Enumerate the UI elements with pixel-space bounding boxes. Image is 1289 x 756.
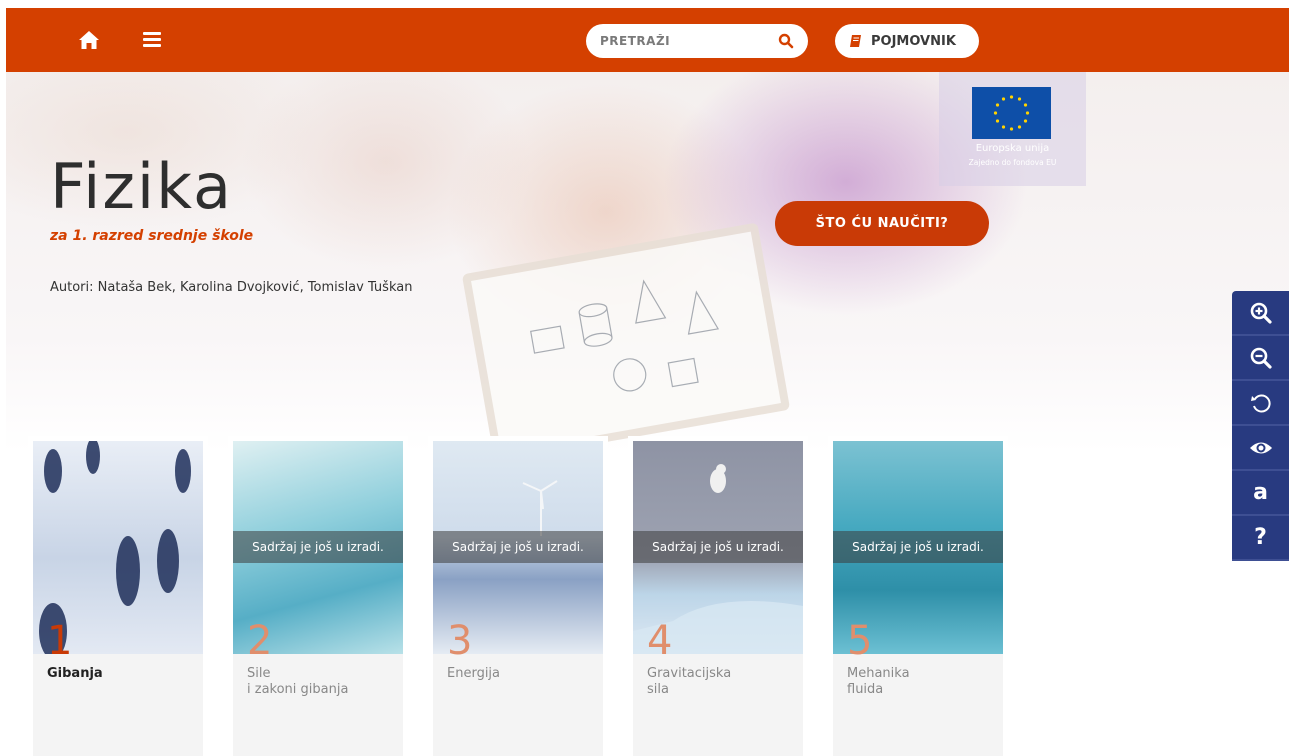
tablet-illustration [461, 222, 791, 452]
search-input[interactable] [600, 30, 770, 52]
chapter-title-line1: Gravitacijska [647, 666, 732, 681]
chapter-title-line2: sila [647, 682, 669, 698]
chapter-title-line1: Sile [247, 666, 271, 681]
glossary-label: POJMOVNIK [871, 33, 956, 49]
page-title: Fizika [50, 150, 233, 223]
eu-text: Europska unija [975, 143, 1050, 154]
chapter-number: 5 [847, 618, 873, 664]
chapter-card-2[interactable]: Sadržaj je još u izradi. 2 Sile i zakoni… [228, 436, 408, 756]
chapter-title-line1: Mehanika [847, 666, 910, 681]
chapter-title-line2: i zakoni gibanja [247, 682, 349, 698]
search-icon[interactable] [778, 33, 794, 49]
eu-flag-icon [972, 87, 1051, 139]
learning-outcomes-button[interactable]: ŠTO ĆU NAUČITI? [775, 201, 989, 246]
chapter-card-3[interactable]: Sadržaj je još u izradi. 3 Energija [428, 436, 608, 756]
chapter-title: Mehanika fluida [847, 666, 997, 699]
eu-subtext: Zajedno do fondova EU [968, 158, 1057, 167]
zoom-in-icon[interactable] [1232, 291, 1289, 336]
book-icon [849, 34, 863, 48]
hero-banner [6, 72, 1289, 452]
chapter-card-4[interactable]: Sadržaj je još u izradi. 4 Gravitacijska… [628, 436, 808, 756]
chapter-title: Energija [447, 666, 597, 682]
menu-icon[interactable] [143, 32, 161, 48]
chapter-number: 1 [47, 618, 73, 664]
in-progress-banner: Sadržaj je još u izradi. [233, 531, 403, 563]
chapter-title-line1: Energija [447, 666, 501, 681]
eu-logo: Europska unija Zajedno do fondova EU [939, 72, 1086, 186]
glossary-button[interactable]: POJMOVNIK [835, 24, 979, 58]
home-icon[interactable] [78, 30, 100, 50]
chapter-card-1[interactable]: 1 Gibanja [28, 436, 208, 756]
accessibility-toolbar: a ? [1232, 291, 1289, 561]
chapter-title-line1: Gibanja [47, 666, 103, 681]
chapter-number: 4 [647, 618, 673, 664]
chapter-card-5[interactable]: Sadržaj je još u izradi. 5 Mehanika flui… [828, 436, 1008, 756]
help-icon[interactable]: ? [1232, 516, 1289, 561]
chapter-title: Gravitacijska sila [647, 666, 797, 699]
chapter-number: 3 [447, 618, 473, 664]
chapter-title-line2: fluida [847, 682, 884, 698]
page-subtitle: za 1. razred srednje škole [50, 228, 254, 244]
in-progress-banner: Sadržaj je još u izradi. [433, 531, 603, 563]
chapter-title: Gibanja [47, 666, 197, 682]
reset-icon[interactable] [1232, 381, 1289, 426]
in-progress-banner: Sadržaj je još u izradi. [833, 531, 1003, 563]
zoom-out-icon[interactable] [1232, 336, 1289, 381]
search-box [586, 24, 808, 58]
in-progress-banner: Sadržaj je još u izradi. [633, 531, 803, 563]
chapter-title: Sile i zakoni gibanja [247, 666, 397, 699]
chapter-number: 2 [247, 618, 273, 664]
font-icon[interactable]: a [1232, 471, 1289, 516]
authors: Autori: Nataša Bek, Karolina Dvojković, … [50, 280, 413, 295]
eye-icon[interactable] [1232, 426, 1289, 471]
